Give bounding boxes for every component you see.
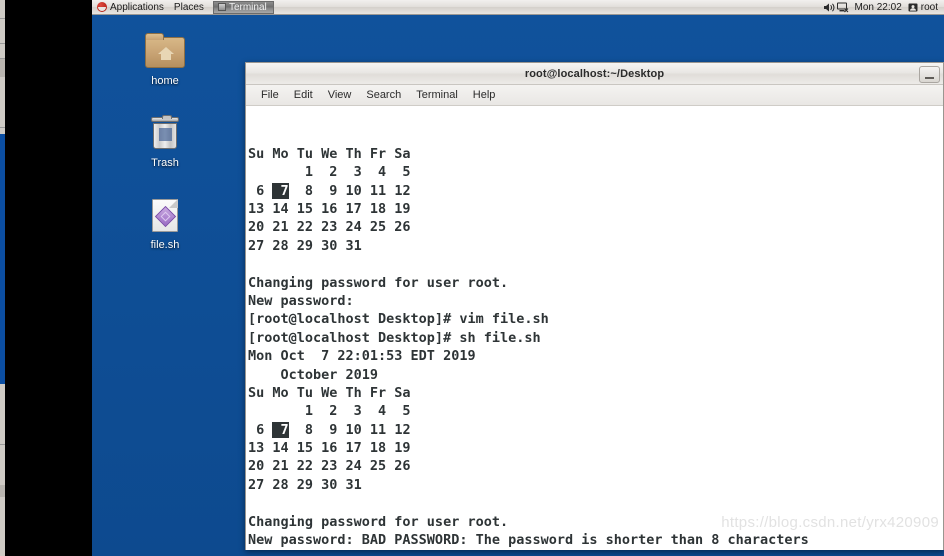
terminal-line: 1 2 3 4 5 xyxy=(248,403,411,420)
trash-icon xyxy=(143,114,187,154)
minimize-icon xyxy=(925,77,934,79)
fedora-logo-icon xyxy=(97,2,107,12)
places-menu[interactable]: Places xyxy=(169,0,209,15)
menu-item-view[interactable]: View xyxy=(321,87,359,104)
terminal-text: 8 9 10 11 12 xyxy=(288,182,411,199)
menu-item-help[interactable]: Help xyxy=(466,87,503,104)
taskbar-window-label: Terminal xyxy=(228,1,267,13)
terminal-title: root@localhost:~/Desktop xyxy=(524,67,665,80)
terminal-line: Mon Oct 7 22:01:53 EDT 2019 xyxy=(248,348,476,365)
terminal-line: 6 7 8 9 10 11 12 xyxy=(248,182,943,200)
terminal-line: 13 14 15 16 17 18 19 xyxy=(248,440,411,457)
screen-letterbox xyxy=(5,0,92,556)
desktop-icon-trash[interactable]: Trash xyxy=(128,114,202,169)
terminal-cursor-cell: 7 xyxy=(272,421,289,438)
terminal-line: [root@localhost Desktop]# sh file.sh xyxy=(248,329,541,346)
terminal-line: 1 2 3 4 5 xyxy=(248,164,411,181)
terminal-cursor-cell: 7 xyxy=(272,182,289,199)
applications-menu[interactable]: Applications xyxy=(92,0,169,15)
terminal-window[interactable]: root@localhost:~/Desktop File Edit View … xyxy=(245,62,944,550)
desktop-icon-label: file.sh xyxy=(150,239,180,251)
minimize-button[interactable] xyxy=(919,66,940,83)
terminal-line: Changing password for user root. xyxy=(248,274,509,291)
speaker-icon[interactable] xyxy=(823,2,835,13)
terminal-line: Retype new password: passwd: all authent… xyxy=(248,549,943,550)
top-panel[interactable]: Applications Places Terminal Mon 22:02 r… xyxy=(92,0,944,15)
script-file-icon xyxy=(143,196,187,236)
clock[interactable]: Mon 22:02 xyxy=(851,2,906,13)
terminal-line: 20 21 22 23 24 25 26 xyxy=(248,458,411,475)
terminal-output[interactable]: Su Mo Tu We Th Fr Sa 1 2 3 4 5 6 7 8 9 1… xyxy=(246,106,943,550)
taskbar-window-terminal[interactable]: Terminal xyxy=(212,0,274,14)
desktop-icon-file-sh[interactable]: file.sh xyxy=(128,196,202,251)
terminal-title-bar[interactable]: root@localhost:~/Desktop xyxy=(246,63,943,85)
terminal-line-list: Su Mo Tu We Th Fr Sa 1 2 3 4 5 6 7 8 9 1… xyxy=(248,145,943,550)
desktop-icon-home[interactable]: home xyxy=(128,32,202,87)
terminal-line: [root@localhost Desktop]# vim file.sh xyxy=(248,311,549,328)
menu-item-search[interactable]: Search xyxy=(359,87,408,104)
menu-item-file[interactable]: File xyxy=(254,87,286,104)
panel-status-area[interactable]: Mon 22:02 root xyxy=(823,2,944,13)
user-icon[interactable] xyxy=(908,2,919,13)
terminal-line: 13 14 15 16 17 18 19 xyxy=(248,200,411,217)
terminal-line: 27 28 29 30 31 xyxy=(248,476,362,493)
terminal-text: 8 9 10 11 12 xyxy=(288,421,411,438)
terminal-line: Su Mo Tu We Th Fr Sa xyxy=(248,384,411,401)
terminal-line: 20 21 22 23 24 25 26 xyxy=(248,219,411,236)
terminal-line: Su Mo Tu We Th Fr Sa xyxy=(248,145,411,162)
terminal-line: 6 7 8 9 10 11 12 xyxy=(248,421,943,439)
home-folder-icon xyxy=(143,32,187,72)
desktop-icon-label: home xyxy=(151,75,179,87)
terminal-text: 6 xyxy=(248,182,273,199)
desktop[interactable]: Applications Places Terminal Mon 22:02 r… xyxy=(92,0,944,556)
terminal-line: 27 28 29 30 31 xyxy=(248,237,362,254)
terminal-text: 6 xyxy=(248,421,273,438)
terminal-line: New password: xyxy=(248,292,362,309)
watermark: https://blog.csdn.net/yrx420909 xyxy=(721,513,939,531)
places-menu-label: Places xyxy=(173,1,204,13)
terminal-menu-bar[interactable]: File Edit View Search Terminal Help xyxy=(246,85,943,106)
menu-item-edit[interactable]: Edit xyxy=(287,87,320,104)
applications-menu-label: Applications xyxy=(110,1,164,13)
current-user-label[interactable]: root xyxy=(921,2,940,13)
menu-item-terminal[interactable]: Terminal xyxy=(409,87,465,104)
network-disconnected-icon[interactable] xyxy=(836,2,849,13)
terminal-window-icon xyxy=(217,3,226,11)
desktop-icon-label: Trash xyxy=(151,157,179,169)
terminal-line: October 2019 xyxy=(248,366,379,383)
terminal-line: New password: BAD PASSWORD: The password… xyxy=(248,532,809,549)
